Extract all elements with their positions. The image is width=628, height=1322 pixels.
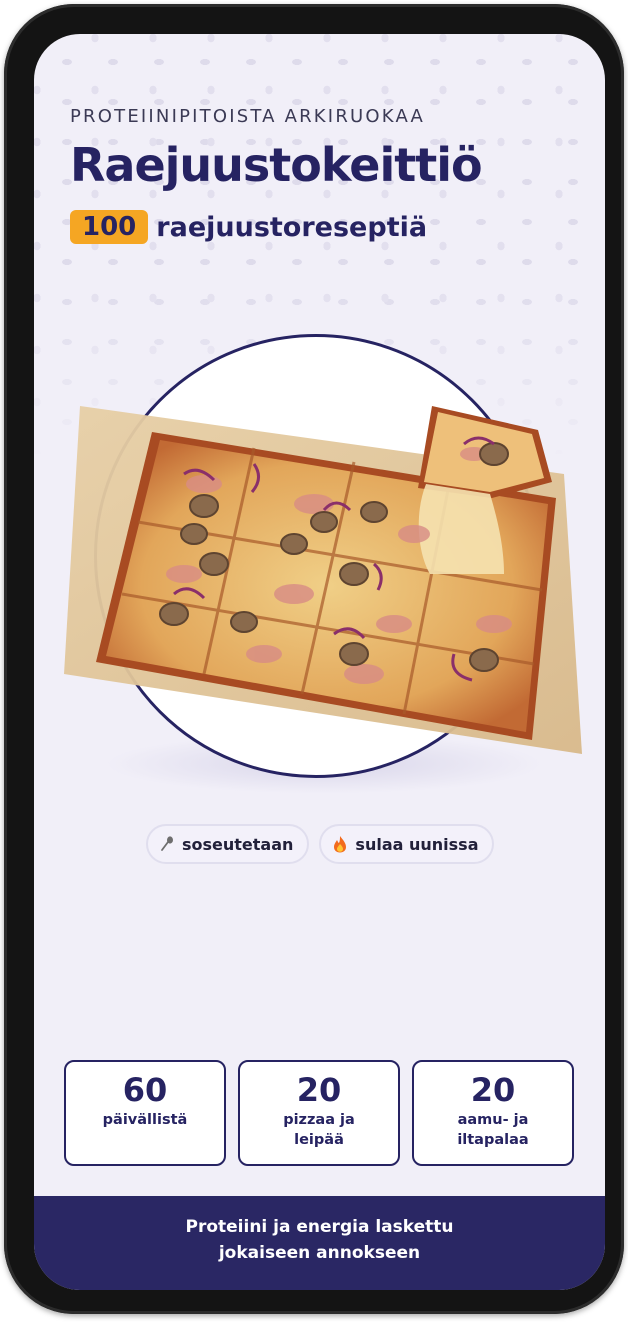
hero-pizza-image bbox=[64, 406, 582, 754]
flame-icon bbox=[333, 835, 347, 853]
footer-banner: Proteiini ja energia laskettu jokaiseen … bbox=[34, 1196, 605, 1290]
stat-label: aamu- ja iltapalaa bbox=[457, 1112, 529, 1148]
stat-value: 20 bbox=[296, 1071, 342, 1109]
spoon-icon bbox=[160, 836, 174, 852]
footer-text: Proteiini ja energia laskettu jokaiseen … bbox=[185, 1217, 454, 1263]
app-screen: PROTEIINIPITOISTA ARKIRUOKAA Raejuustoke… bbox=[34, 34, 605, 1290]
chip-soseutetaan[interactable]: soseutetaan bbox=[146, 824, 310, 864]
stat-card-pizza-bread: 20 pizzaa ja leipää bbox=[238, 1060, 400, 1166]
chip-sulaa-uunissa[interactable]: sulaa uunissa bbox=[319, 824, 495, 864]
stat-card-dinners: 60 päivällistä bbox=[64, 1060, 226, 1166]
stat-value: 20 bbox=[470, 1071, 516, 1109]
stats-row: 60 päivällistä 20 pizzaa ja leipää 20 aa… bbox=[64, 1060, 574, 1166]
stat-card-breakfast-snacks: 20 aamu- ja iltapalaa bbox=[412, 1060, 574, 1166]
phone-frame: PROTEIINIPITOISTA ARKIRUOKAA Raejuustoke… bbox=[4, 4, 624, 1314]
tag-chips: soseutetaan sulaa uunissa bbox=[146, 824, 495, 864]
stat-label: päivällistä bbox=[102, 1112, 188, 1128]
stat-value: 60 bbox=[122, 1071, 168, 1109]
stat-label: pizzaa ja leipää bbox=[283, 1112, 355, 1148]
